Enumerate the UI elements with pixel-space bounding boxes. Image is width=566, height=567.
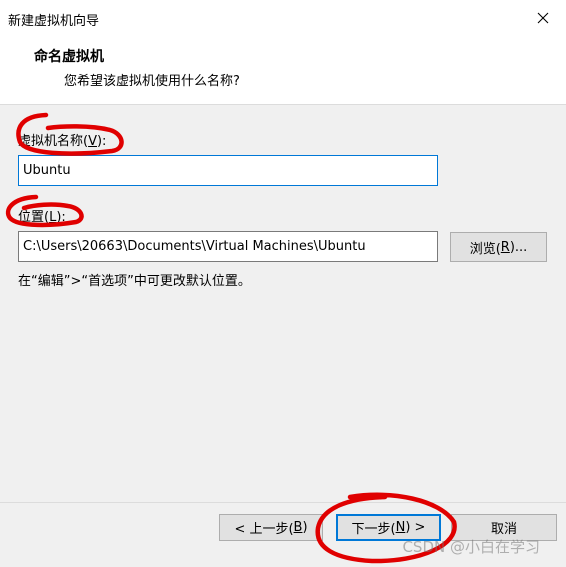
vm-name-value: Ubuntu (23, 163, 71, 178)
close-button[interactable] (520, 0, 566, 36)
page-subtitle: 您希望该虚拟机使用什么名称? (64, 74, 240, 89)
location-input[interactable]: C:\Users\20663\Documents\Virtual Machine… (18, 231, 438, 262)
vm-name-input[interactable]: Ubuntu (18, 155, 438, 186)
wizard-header: 命名虚拟机 您希望该虚拟机使用什么名称? (0, 36, 566, 105)
vm-name-label: 虚拟机名称(V): (18, 134, 107, 149)
browse-button[interactable]: 浏览(R)... (450, 232, 547, 262)
back-button[interactable]: < 上一步(B) (219, 514, 323, 541)
window-title: 新建虚拟机向导 (8, 14, 100, 29)
location-value: C:\Users\20663\Documents\Virtual Machine… (23, 239, 366, 254)
title-bar: 新建虚拟机向导 (0, 0, 566, 36)
watermark: CSDN @小白在学习 (402, 538, 540, 556)
location-hint: 在“编辑”>“首选项”中可更改默认位置。 (18, 274, 251, 289)
page-title: 命名虚拟机 (34, 49, 104, 65)
footer-divider (0, 502, 566, 503)
close-icon (537, 12, 549, 24)
new-vm-wizard-window: 新建虚拟机向导 命名虚拟机 您希望该虚拟机使用什么名称? 虚拟机名称(V): U… (0, 0, 566, 567)
location-label: 位置(L): (18, 210, 66, 225)
